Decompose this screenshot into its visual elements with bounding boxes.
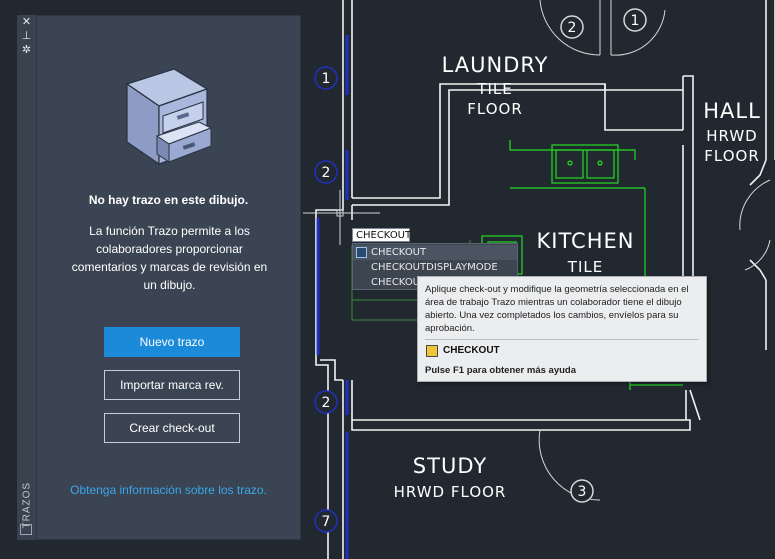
import-markup-button[interactable]: Importar marca rev.: [104, 370, 240, 400]
tooltip-help: Pulse F1 para obtener más ayuda: [425, 365, 577, 376]
grid-bubble-label: 1: [322, 71, 331, 87]
create-checkout-button[interactable]: Crear check-out: [104, 413, 240, 443]
checkout-command-icon: [356, 247, 367, 258]
room-laundry-finish: TILE: [477, 80, 513, 98]
empty-state-description: La función Trazo permite a los colaborad…: [71, 224, 268, 292]
settings-icon[interactable]: ✲: [19, 44, 34, 57]
panel-corner-icon[interactable]: [20, 524, 32, 535]
tooltip-command: CHECKOUT: [443, 345, 500, 356]
tooltip-description: Aplique check-out y modifique la geometr…: [425, 284, 689, 334]
suggestion-label: CHECKOUT: [371, 247, 427, 258]
pin-icon[interactable]: ⊥: [19, 30, 34, 43]
command-tooltip: Aplique check-out y modifique la geometr…: [417, 276, 707, 382]
grid-bubble-label: 2: [568, 20, 577, 36]
trace-panel: No hay trazo en este dibujo. La función …: [36, 15, 301, 540]
new-trace-button[interactable]: Nuevo trazo: [104, 327, 240, 357]
room-kitchen-finish: TILE: [567, 258, 604, 276]
grid-bubble-label: 3: [578, 484, 587, 500]
grid-bubble-label: 1: [631, 13, 640, 29]
grid-bubble-label: 2: [322, 395, 331, 411]
checkout-icon: [426, 345, 438, 357]
suggestion-checkoutdisplaymode[interactable]: CHECKOUTDISPLAYMODE: [353, 260, 517, 275]
learn-more-link[interactable]: Obtenga información sobre los trazo.: [37, 483, 300, 497]
suggestion-label: CHECKOUTDISPLAYMODE: [371, 262, 498, 273]
room-laundry: LAUNDRY: [441, 53, 549, 77]
tooltip-divider: [425, 339, 699, 340]
panel-title: TRAZOS: [21, 481, 33, 529]
room-study-finish: HRWD FLOOR: [393, 483, 507, 501]
room-hall-finish: HRWD: [706, 127, 758, 145]
room-hall: HALL: [703, 99, 761, 123]
room-kitchen: KITCHEN: [536, 229, 635, 253]
empty-state-title: No hay trazo en este dibujo.: [88, 193, 249, 207]
command-input[interactable]: CHECKOUT: [352, 228, 411, 242]
room-hall-finish2: FLOOR: [704, 147, 760, 165]
suggestion-checkout[interactable]: CHECKOUT: [353, 245, 517, 260]
room-laundry-finish2: FLOOR: [467, 100, 523, 118]
grid-bubble-label: 7: [322, 514, 331, 530]
file-cabinet-icon: [125, 68, 213, 166]
close-icon[interactable]: ✕: [19, 16, 34, 29]
grid-bubble-label: 2: [322, 165, 331, 181]
panel-strip: ✕ ⊥ ✲ TRAZOS: [17, 15, 37, 540]
room-study: STUDY: [412, 454, 488, 478]
